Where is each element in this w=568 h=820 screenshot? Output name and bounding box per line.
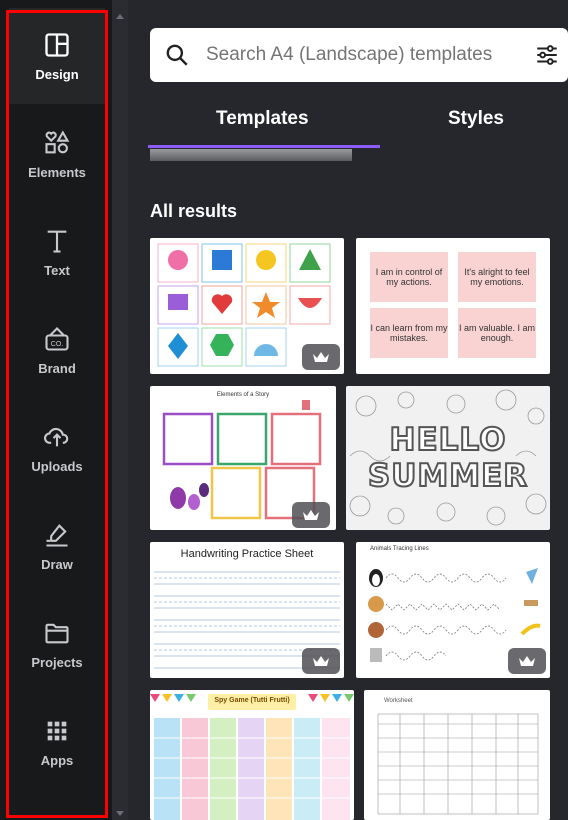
- template-card[interactable]: Elements of a Story: [150, 386, 336, 530]
- nav-label: Brand: [38, 360, 76, 376]
- template-title: Worksheet: [384, 698, 413, 704]
- crown-icon: [519, 656, 535, 666]
- nav-text[interactable]: Text: [9, 204, 105, 300]
- tab-templates[interactable]: Templates: [216, 108, 309, 130]
- template-card[interactable]: HELLO SUMMER: [346, 386, 550, 530]
- nav-design[interactable]: Design: [9, 8, 105, 104]
- crown-icon: [313, 352, 329, 362]
- crown-icon: [313, 656, 329, 666]
- left-sidebar: Design Elements Text CO. Brand Uploads D…: [0, 0, 120, 820]
- template-title: Spy Game (Tutti Frutti): [214, 697, 290, 704]
- tab-styles[interactable]: Styles: [448, 108, 504, 130]
- search-box[interactable]: [150, 28, 568, 82]
- search-input[interactable]: [204, 43, 508, 67]
- nav-label: Draw: [41, 556, 73, 572]
- premium-badge: [302, 344, 340, 370]
- nav-projects[interactable]: Projects: [9, 596, 105, 692]
- scroll-down-arrow[interactable]: [116, 811, 124, 816]
- nav-apps[interactable]: Apps: [9, 694, 105, 790]
- shapes-icon: [45, 129, 70, 153]
- cloud-upload-icon: [44, 427, 69, 446]
- svg-text:CO.: CO.: [51, 341, 64, 348]
- nav-label: Design: [35, 66, 79, 82]
- apps-grid-icon: [47, 721, 67, 740]
- template-preview: [150, 694, 354, 820]
- draw-icon: [46, 523, 68, 547]
- template-title: HELLO SUMMER: [367, 421, 529, 495]
- template-card[interactable]: Handwriting Practice Sheet: [150, 542, 344, 678]
- nav-draw[interactable]: Draw: [9, 498, 105, 594]
- nav-label: Apps: [40, 752, 74, 768]
- template-card[interactable]: Spy Game (Tutti Frutti): [150, 690, 354, 820]
- nav-uploads[interactable]: Uploads: [9, 400, 105, 496]
- active-tab-underline: [148, 145, 380, 148]
- folder-icon: [45, 623, 69, 643]
- template-card[interactable]: [150, 238, 344, 374]
- crown-icon: [303, 510, 319, 520]
- scroll-up-arrow[interactable]: [116, 14, 124, 19]
- template-title: Animals Tracing Lines: [370, 546, 429, 552]
- template-preview: [377, 713, 539, 815]
- filter-icon[interactable]: [534, 42, 560, 68]
- search-icon: [166, 44, 188, 66]
- premium-badge: [508, 648, 546, 674]
- layout-icon: [45, 32, 69, 57]
- nav-label: Projects: [31, 654, 83, 670]
- nav-brand[interactable]: CO. Brand: [9, 302, 105, 398]
- affirmation-card: I am in control of my actions.: [370, 252, 448, 302]
- template-card[interactable]: Worksheet: [364, 690, 550, 820]
- brand-icon: CO.: [45, 326, 69, 351]
- template-card[interactable]: Animals Tracing Lines: [356, 542, 550, 678]
- section-title: All results: [150, 201, 238, 221]
- template-card[interactable]: I am in control of my actions. It's alri…: [356, 238, 550, 374]
- templates-panel: Templates Styles All results: [128, 0, 568, 820]
- sidebar-scrollbar[interactable]: [112, 0, 128, 820]
- template-title: Handwriting Practice Sheet: [180, 548, 314, 560]
- loading-placeholder: [150, 149, 352, 161]
- nav-label: Elements: [28, 164, 86, 180]
- premium-badge: [292, 502, 330, 528]
- text-icon: [47, 230, 67, 253]
- affirmation-card: It's alright to feel my emotions.: [458, 252, 536, 302]
- nav-label: Text: [44, 262, 70, 278]
- nav-label: Uploads: [31, 458, 83, 474]
- template-title: Elements of a Story: [216, 392, 270, 398]
- premium-badge: [302, 648, 340, 674]
- affirmation-card: I can learn from my mistakes.: [370, 308, 448, 358]
- affirmation-card: I am valuable. I am enough.: [458, 308, 536, 358]
- nav-elements[interactable]: Elements: [9, 106, 105, 202]
